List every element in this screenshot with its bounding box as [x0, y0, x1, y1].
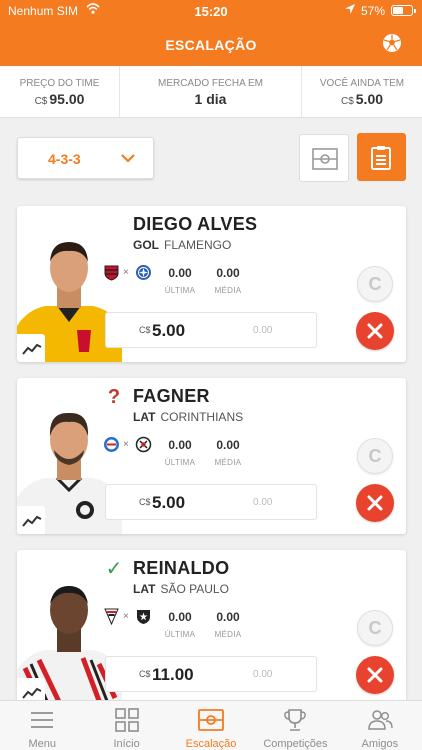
away-team-crest-icon [137, 610, 150, 624]
versus-label: × [123, 611, 129, 622]
trend-chart-icon [22, 343, 42, 355]
remaining-balance: VOCÊ AINDA TEM C$ 5.00 [319, 78, 405, 107]
team-price: PREÇO DO TIME C$ 95.00 [0, 66, 120, 117]
last-score-label: ÚLTIMA [164, 286, 196, 295]
trophy-icon [284, 709, 307, 731]
last-score-label: ÚLTIMA [164, 458, 196, 467]
trend-chart-icon [22, 515, 42, 527]
player-name: REINALDO [133, 558, 230, 578]
player-price: 5.00 [152, 493, 186, 512]
versus-label: × [123, 439, 129, 450]
last-score: 0.00 [168, 610, 192, 624]
player-name: DIEGO ALVES [133, 214, 258, 234]
captain-button[interactable]: C [357, 438, 393, 474]
price-box: C$ 11.00 0.00 [105, 656, 317, 692]
player-position: GOL [133, 238, 159, 252]
soccer-ball-icon[interactable] [382, 33, 402, 53]
player-position: LAT [133, 410, 156, 424]
tab-competicoes[interactable]: Competições [253, 701, 337, 750]
clipboard-icon [371, 146, 391, 170]
formation-select[interactable]: 4-3-3 [17, 137, 154, 179]
player-card[interactable]: ✓ REINALDO LAT SÃO PAULO × 0.00 0.00 ÚLTI… [17, 550, 406, 706]
close-icon [367, 667, 383, 683]
player-name: FAGNER [133, 386, 210, 406]
team-summary: PREÇO DO TIME C$ 95.00 MERCADO FECHA EM 1… [0, 66, 422, 118]
player-position: LAT [133, 582, 156, 596]
remove-player-button[interactable] [356, 484, 394, 522]
tab-menu[interactable]: Menu [0, 701, 84, 750]
home-team-crest-icon [104, 608, 119, 625]
price-box: C$ 5.00 0.00 [105, 312, 317, 348]
last-score-label: ÚLTIMA [164, 630, 196, 639]
price-variation: 0.00 [253, 669, 273, 680]
battery-percent: 57% [361, 4, 386, 18]
trend-button[interactable] [17, 334, 45, 362]
captain-button[interactable]: C [357, 610, 393, 646]
app-header: Nenhum SIM 15:20 57% ESCALAÇÃO [0, 0, 422, 66]
tab-escalacao[interactable]: Escalação [169, 701, 253, 750]
close-icon [367, 323, 383, 339]
location-arrow-icon [345, 4, 355, 14]
versus-label: × [123, 267, 129, 278]
player-price: 5.00 [152, 321, 186, 340]
chevron-down-icon [121, 154, 135, 163]
trend-chart-icon [22, 687, 42, 699]
home-team-crest-icon [104, 265, 119, 281]
close-icon [367, 495, 383, 511]
status-bar: Nenhum SIM 15:20 57% [0, 0, 422, 22]
trend-button[interactable] [17, 506, 45, 534]
field-view-button[interactable] [299, 134, 349, 182]
home-team-crest-icon [104, 437, 119, 452]
price-variation: 0.00 [253, 325, 273, 336]
player-club: SÃO PAULO [160, 582, 229, 596]
player-card[interactable]: DIEGO ALVES GOL FLAMENGO × 0.00 0.00 ÚLTI… [17, 206, 406, 362]
tab-amigos[interactable]: Amigos [338, 701, 422, 750]
remove-player-button[interactable] [356, 656, 394, 694]
average-score: 0.00 [216, 266, 240, 280]
average-score-label: MÉDIA [214, 286, 242, 295]
hamburger-icon [31, 712, 54, 728]
last-score: 0.00 [168, 266, 192, 280]
field-icon [198, 709, 224, 731]
list-view-button[interactable] [357, 133, 406, 181]
status-indicator [103, 214, 125, 236]
tab-bar: Menu Início Escalação Competições Amigos [0, 700, 422, 750]
field-icon [312, 148, 338, 170]
probable-status-icon: ✓ [105, 558, 123, 580]
last-score: 0.00 [168, 438, 192, 452]
price-variation: 0.00 [253, 497, 273, 508]
average-score: 0.00 [216, 610, 240, 624]
market-closing: MERCADO FECHA EM 1 dia [120, 66, 302, 117]
average-score-label: MÉDIA [214, 458, 242, 467]
remove-player-button[interactable] [356, 312, 394, 350]
grid-icon [114, 708, 139, 732]
tab-inicio[interactable]: Início [84, 701, 168, 750]
battery-icon [391, 5, 416, 16]
player-club: CORINTHIANS [160, 410, 244, 424]
captain-button[interactable]: C [357, 266, 393, 302]
player-card[interactable]: ? FAGNER LAT CORINTHIANS × 0.00 0.00 ÚLTI… [17, 378, 406, 534]
away-team-crest-icon [135, 436, 152, 453]
doubt-status-icon: ? [107, 386, 121, 408]
page-title: ESCALAÇÃO [165, 37, 257, 53]
average-score: 0.00 [216, 438, 240, 452]
clock: 15:20 [194, 4, 228, 19]
formation-value: 4-3-3 [48, 151, 81, 167]
price-box: C$ 5.00 0.00 [105, 484, 317, 520]
people-icon [368, 710, 393, 730]
average-score-label: MÉDIA [214, 630, 242, 639]
away-team-crest-icon [136, 265, 151, 280]
player-price: 11.00 [152, 665, 194, 684]
player-club: FLAMENGO [164, 238, 232, 252]
